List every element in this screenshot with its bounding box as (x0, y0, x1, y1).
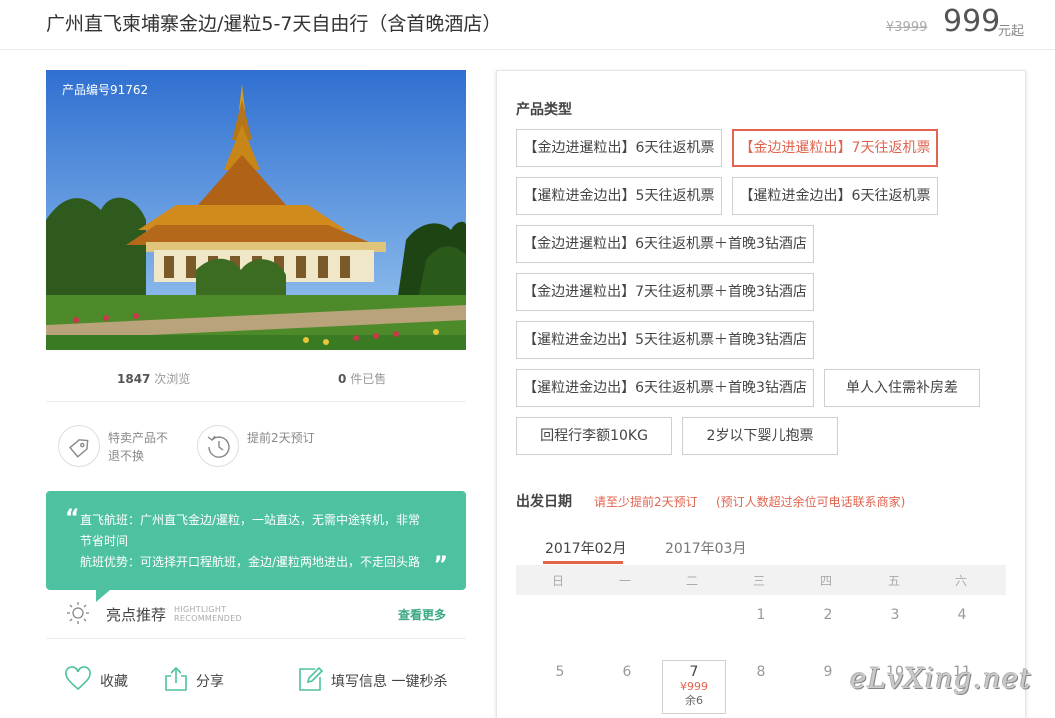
bookable-day-price: ¥999 (680, 680, 708, 693)
product-option[interactable]: 【暹粒进金边出】6天往返机票＋首晚3钻酒店 (516, 369, 814, 407)
weekday: 一 (618, 574, 631, 588)
calendar-day: 1 (756, 607, 766, 623)
calendar-day: 9 (823, 664, 833, 680)
share-label: 分享 (196, 674, 224, 690)
product-option[interactable]: 2岁以下婴儿抱票 (682, 417, 838, 455)
product-option[interactable]: 【金边进暹粒出】7天往返机票＋首晚3钻酒店 (516, 273, 814, 311)
product-photo[interactable]: 产品编号91762 (46, 70, 466, 350)
favorite-label: 收藏 (100, 674, 128, 690)
title-bar: 广州直飞柬埔寨金边/暹粒5-7天自由行（含首晚酒店） ¥3999 999 元起 (0, 0, 1055, 50)
weekday: 四 (819, 574, 832, 588)
product-type-label: 产品类型 (516, 102, 572, 118)
temple-photo (46, 70, 466, 350)
departure-note: 请至少提前2天预订 (594, 495, 698, 509)
favorite-button[interactable]: 收藏 (64, 665, 144, 695)
departure-label: 出发日期 (516, 494, 572, 510)
month-tab-feb[interactable]: 2017年02月 (545, 538, 626, 558)
share-button[interactable]: 分享 (162, 665, 242, 695)
fill-info-label: 填写信息 一键秒杀 (331, 674, 448, 690)
highlight-label-en: HIGHTLIGHT RECOMMENDED (174, 605, 243, 623)
sun-icon (66, 601, 90, 625)
product-code: 产品编号91762 (62, 83, 149, 97)
bookable-day-number: 7 (689, 664, 699, 680)
original-price: ¥3999 (886, 20, 928, 35)
views-stat: 1847 次浏览 (117, 370, 190, 387)
month-tab-indicator (543, 561, 623, 564)
edit-icon (299, 666, 324, 691)
weekday: 日 (551, 574, 564, 588)
product-option[interactable]: 回程行李额10KG (516, 417, 672, 455)
sold-label: 件已售 (350, 372, 387, 386)
highlight-line-1: 直飞航班：广州直飞金边/暹粒，一站直达，无需中途转机，非常节省时间 (80, 513, 421, 548)
product-option[interactable]: 【暹粒进金边出】5天往返机票 (516, 177, 722, 215)
clock-icon (197, 425, 239, 467)
divider (46, 638, 466, 639)
view-more-link[interactable]: 查看更多 (398, 606, 446, 623)
views-label: 次浏览 (154, 372, 191, 386)
product-option[interactable]: 【金边进暹粒出】6天往返机票 (516, 129, 722, 167)
sold-count: 0 (338, 372, 347, 386)
quote-open-icon: “ (65, 506, 80, 531)
weekday: 六 (954, 574, 967, 588)
page-title: 广州直飞柬埔寨金边/暹粒5-7天自由行（含首晚酒店） (46, 13, 502, 35)
product-option[interactable]: 【金边进暹粒出】6天往返机票＋首晚3钻酒店 (516, 225, 814, 263)
weekday: 五 (887, 574, 900, 588)
views-count: 1847 (117, 372, 151, 386)
product-option-selected[interactable]: 【金边进暹粒出】7天往返机票 (732, 129, 938, 167)
policy-text: 提前2天预订 (247, 431, 315, 445)
sold-stat: 0 件已售 (338, 370, 386, 387)
heart-icon (65, 666, 91, 691)
month-tab-mar[interactable]: 2017年03月 (665, 538, 746, 558)
highlight-box: “ 直飞航班：广州直飞金边/暹粒，一站直达，无需中途转机，非常节省时间 航班优势… (46, 491, 466, 602)
weekday: 二 (685, 574, 698, 588)
weekday: 三 (752, 574, 765, 588)
product-option[interactable]: 【暹粒进金边出】6天往返机票 (732, 177, 938, 215)
bookable-day-remaining: 余6 (685, 694, 703, 707)
share-icon (165, 666, 187, 691)
highlight-text: 直飞航班：广州直飞金边/暹粒，一站直达，无需中途转机，非常节省时间 航班优势：可… (80, 510, 430, 573)
calendar-day: 8 (756, 664, 766, 680)
calendar-day: 6 (622, 664, 632, 680)
policy-text: 特卖产品不退不换 (108, 431, 169, 463)
calendar-day: 3 (890, 607, 900, 623)
calendar-day: 4 (957, 607, 967, 623)
product-option[interactable]: 单人入住需补房差 (824, 369, 980, 407)
watermark: eLvXing.net (850, 662, 1032, 695)
calendar-day: 5 (555, 664, 565, 680)
tag-icon (58, 425, 100, 467)
departure-note-contact: (预订人数超过余位可电话联系商家) (716, 495, 906, 509)
price: 999 (943, 4, 1001, 39)
fill-info-button[interactable]: 填写信息 一键秒杀 (296, 665, 456, 695)
highlight-line-2: 航班优势：可选择开口程航班，金边/暹粒两地进出，不走回头路 (80, 555, 421, 569)
policy-advance-booking: 提前2天预订 (197, 425, 327, 469)
price-suffix: 元起 (998, 24, 1025, 39)
product-option[interactable]: 【暹粒进金边出】5天往返机票＋首晚3钻酒店 (516, 321, 814, 359)
quote-close-icon: ” (433, 553, 448, 578)
calendar-day-bookable[interactable]: 7 ¥999 余6 (662, 660, 726, 714)
highlight-label: 亮点推荐 (106, 606, 167, 624)
policy-no-refund: 特卖产品不退不换 (58, 425, 188, 469)
calendar-day: 2 (823, 607, 833, 623)
stats-row: 1847 次浏览 0 件已售 (46, 362, 466, 402)
